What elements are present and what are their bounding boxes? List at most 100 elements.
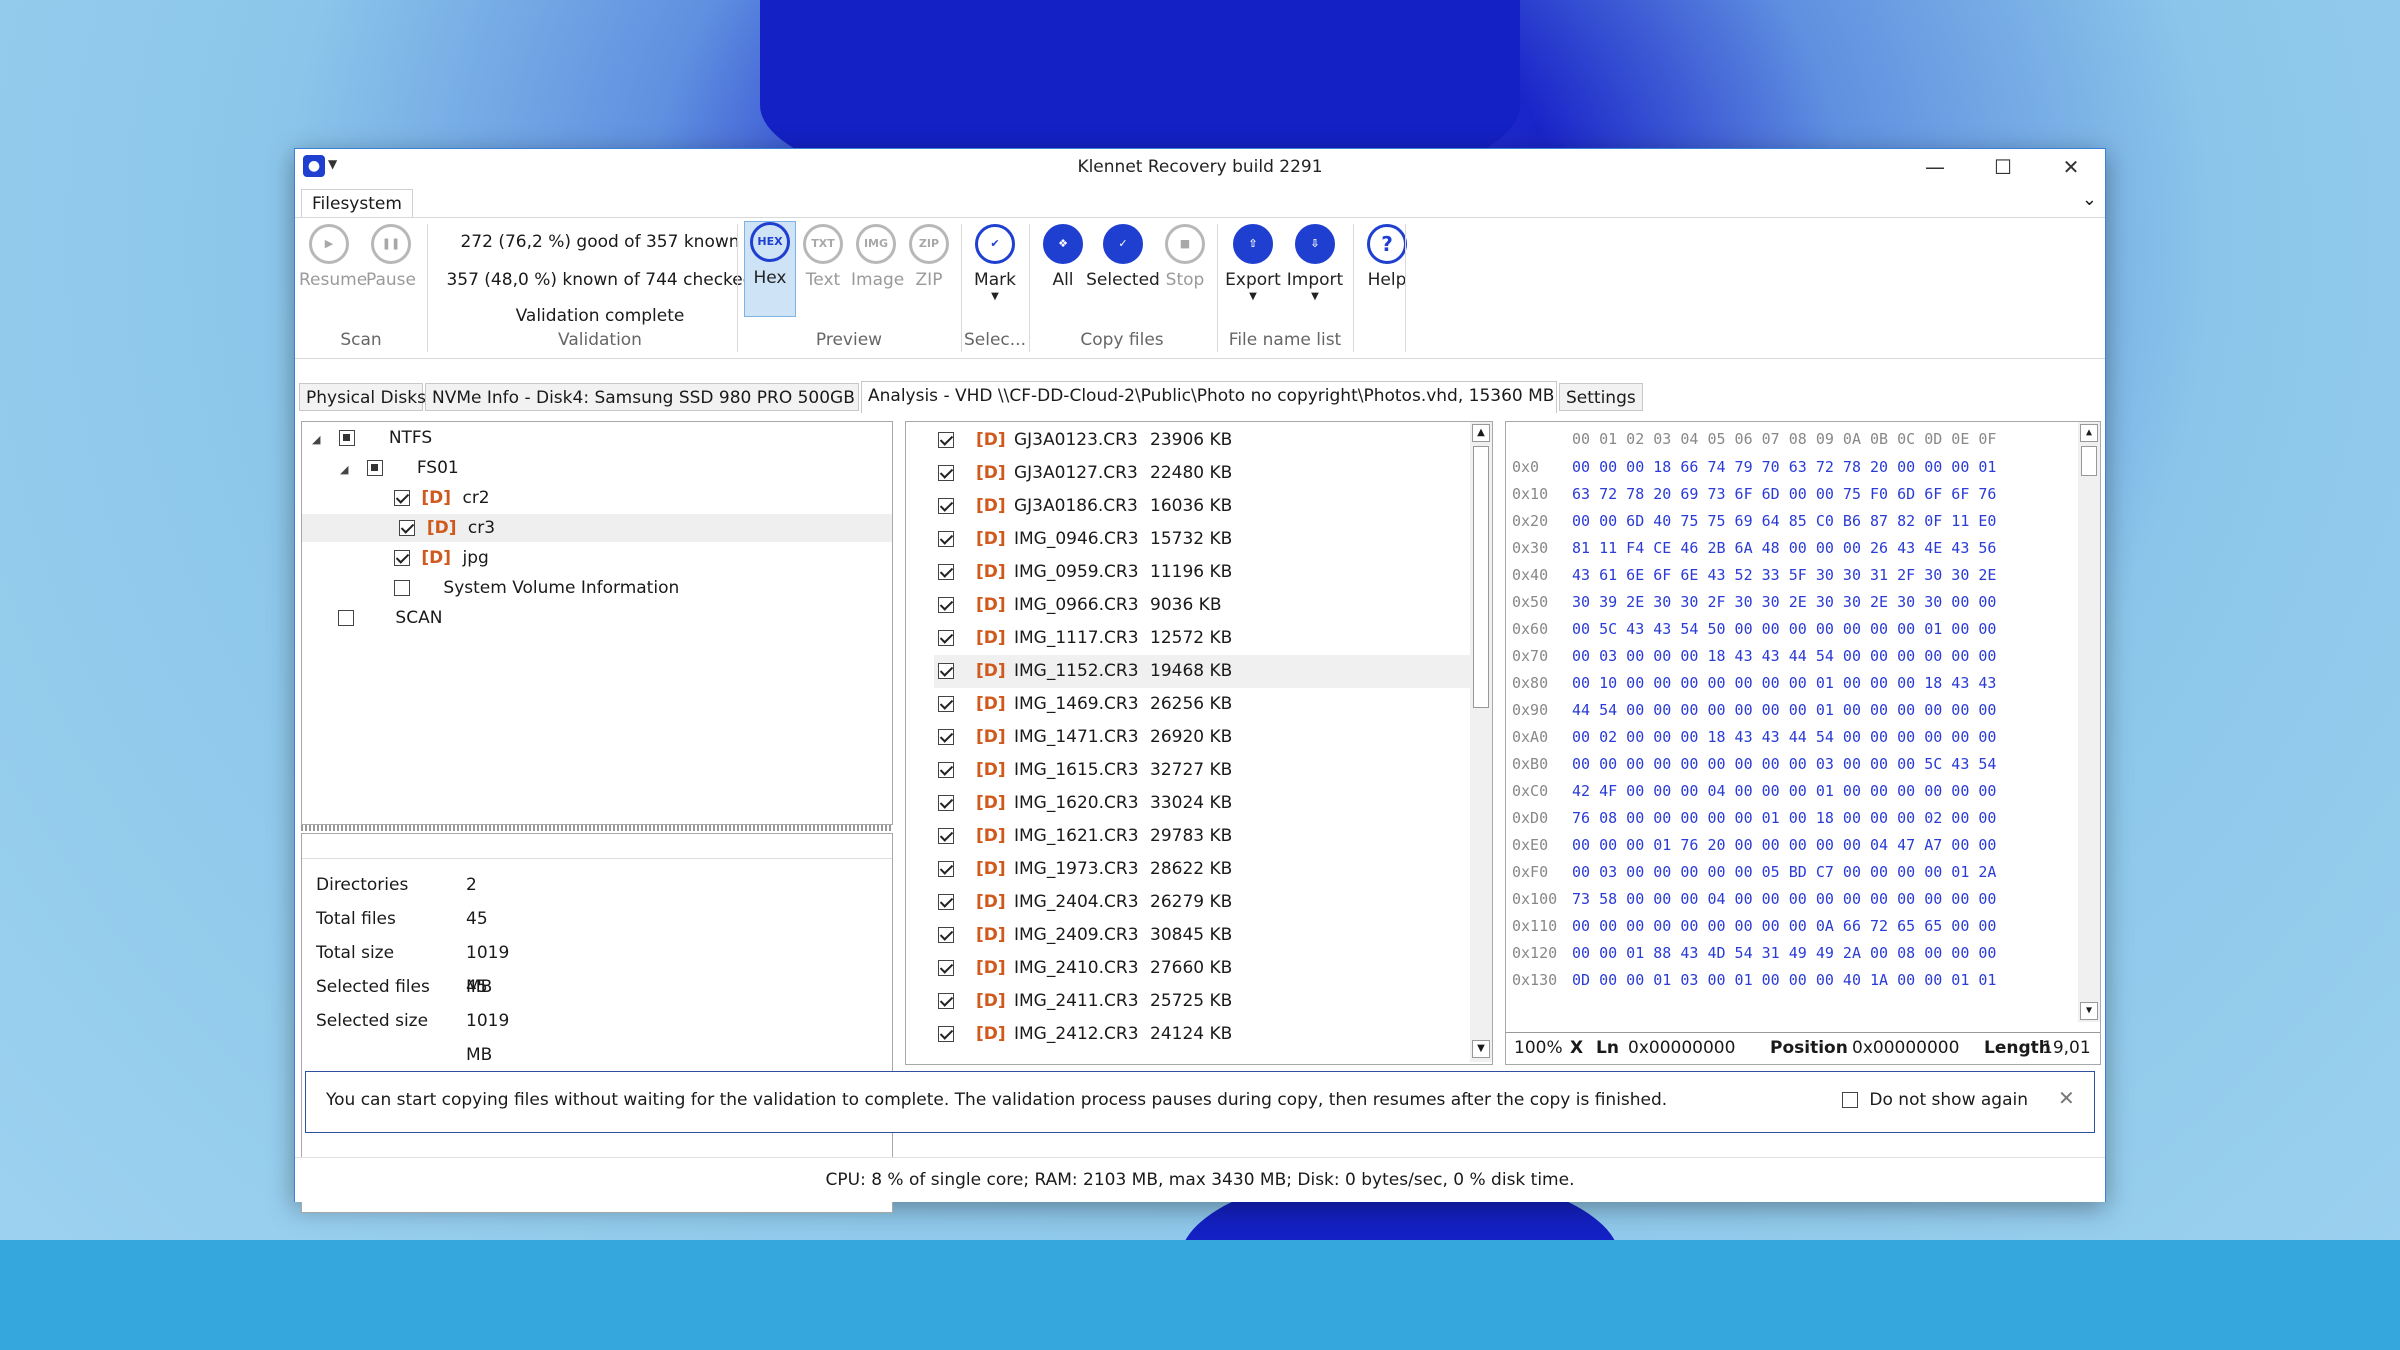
hex-row[interactable]: 0x10 63 72 78 20 69 73 6F 6D 00 00 75 F0 … [1512,481,1996,508]
file-row[interactable]: [D] IMG_0946.CR3 15732 KB [934,523,1474,556]
image-preview-button[interactable]: IMG Image [851,224,904,290]
hex-row[interactable]: 0xC0 42 4F 00 00 00 04 00 00 00 01 00 00 … [1512,778,1996,805]
file-row[interactable]: [D] IMG_1117.CR3 12572 KB [934,622,1474,655]
hex-row[interactable]: 0x0 00 00 00 18 66 74 79 70 63 72 78 20 0… [1512,454,1996,481]
checkbox[interactable] [938,498,954,514]
text-preview-button[interactable]: TXT Text [798,224,848,290]
scroll-up-icon[interactable]: ▲ [2080,424,2098,442]
checkbox[interactable] [938,993,954,1009]
checkbox[interactable] [938,630,954,646]
ribbon-collapse-icon[interactable]: ⌄ [2082,189,2097,210]
checkbox[interactable] [394,490,410,506]
hex-row[interactable]: 0xA0 00 02 00 00 00 18 43 43 44 54 00 00 … [1512,724,1996,751]
scroll-down-icon[interactable]: ▼ [2080,1002,2098,1020]
import-button[interactable]: ⇩ Import ▼ [1283,224,1347,302]
file-list-scrollbar[interactable]: ▲ ▼ [1470,422,1492,1062]
checkbox[interactable] [938,828,954,844]
file-row[interactable]: [D] IMG_2409.CR3 30845 KB [934,919,1474,952]
file-row[interactable]: [D] IMG_0959.CR3 11196 KB [934,556,1474,589]
checkbox[interactable] [938,663,954,679]
tree-node-ntfs[interactable]: ◢ NTFS [312,424,432,452]
hex-row[interactable]: 0xE0 00 00 00 01 76 20 00 00 00 00 00 04 … [1512,832,1996,859]
checkbox[interactable] [938,927,954,943]
checkbox[interactable] [938,1026,954,1042]
checkbox[interactable] [938,894,954,910]
file-row[interactable]: [D] GJ3A0127.CR3 22480 KB [934,457,1474,490]
scroll-down-icon[interactable]: ▼ [1472,1040,1490,1058]
help-button[interactable]: ? Help [1357,224,1417,290]
hex-row[interactable]: 0x110 00 00 00 00 00 00 00 00 00 0A 66 72… [1512,913,1996,940]
checkbox[interactable] [938,960,954,976]
hex-row[interactable]: 0x70 00 03 00 00 00 18 43 43 44 54 00 00 … [1512,643,1996,670]
hex-row[interactable]: 0x100 73 58 00 00 00 04 00 00 00 00 00 00… [1512,886,1996,913]
file-row[interactable]: [D] IMG_2410.CR3 27660 KB [934,952,1474,985]
copy-all-button[interactable]: ❖ All [1033,224,1093,290]
file-row[interactable]: [D] IMG_1471.CR3 26920 KB [934,721,1474,754]
hex-row[interactable]: 0x120 00 00 01 88 43 4D 54 31 49 49 2A 00… [1512,940,1996,967]
checkbox[interactable] [938,729,954,745]
tab-filesystem[interactable]: Filesystem [301,189,413,218]
hex-row[interactable]: 0x130 0D 00 00 01 03 00 01 00 00 00 40 1A… [1512,967,1996,994]
tree-node-cr2[interactable]: [D] cr2 [394,484,490,512]
file-row[interactable]: [D] IMG_1973.CR3 28622 KB [934,853,1474,886]
hex-row[interactable]: 0x20 00 00 6D 40 75 75 69 64 85 C0 B6 87 … [1512,508,1996,535]
maximize-button[interactable]: ☐ [1969,149,2037,185]
file-row[interactable]: [D] IMG_2404.CR3 26279 KB [934,886,1474,919]
resume-button[interactable]: ▶ Resume [299,224,367,290]
checkbox[interactable] [938,531,954,547]
minimize-button[interactable]: — [1901,149,1969,185]
tab-settings[interactable]: Settings [1559,383,1643,411]
file-row[interactable]: [D] IMG_1469.CR3 26256 KB [934,688,1474,721]
tab-analysis[interactable]: Analysis - VHD \\CF-DD-Cloud-2\Public\Ph… [861,381,1577,413]
checkbox[interactable] [938,795,954,811]
tree-node-jpg[interactable]: [D] jpg [394,544,489,572]
hex-preview-button[interactable]: HEX Hex [744,221,796,317]
collapse-icon[interactable]: ◢ [312,426,326,454]
file-row[interactable]: [D] IMG_1615.CR3 32727 KB [934,754,1474,787]
file-row[interactable]: [D] IMG_2412.CR3 24124 KB [934,1018,1474,1051]
checkbox[interactable] [938,432,954,448]
checkbox[interactable] [399,520,416,536]
tree-node-fs01[interactable]: ◢ FS01 [340,454,459,482]
stop-copy-button[interactable]: ■ Stop [1157,224,1213,290]
checkbox[interactable] [938,696,954,712]
checkbox[interactable] [1842,1092,1858,1108]
scroll-thumb[interactable] [1473,446,1489,708]
hex-row[interactable]: 0x90 44 54 00 00 00 00 00 00 00 01 00 00 … [1512,697,1996,724]
tree-node-cr3[interactable]: [D] cr3 [302,514,892,542]
file-row[interactable]: [D] IMG_2411.CR3 25725 KB [934,985,1474,1018]
mark-button[interactable]: ✔ Mark ▼ [965,224,1025,302]
hex-row[interactable]: 0xD0 76 08 00 00 00 00 00 01 00 18 00 00 … [1512,805,1996,832]
hex-row[interactable]: 0xF0 00 03 00 00 00 00 00 05 BD C7 00 00 … [1512,859,1996,886]
scroll-up-icon[interactable]: ▲ [1472,424,1490,442]
checkbox[interactable] [938,861,954,877]
zoom-level[interactable]: 100% [1514,1033,1563,1063]
file-row[interactable]: [D] GJ3A0186.CR3 16036 KB [934,490,1474,523]
hex-row[interactable]: 0x40 43 61 6E 6F 6E 43 52 33 5F 30 30 31 … [1512,562,1996,589]
splitter[interactable] [301,825,891,831]
hex-row[interactable]: 0x50 30 39 2E 30 30 2F 30 30 2E 30 30 2E … [1512,589,1996,616]
close-window-button[interactable]: ✕ [2037,149,2105,185]
export-button[interactable]: ⇧ Export ▼ [1221,224,1285,302]
hex-close-button[interactable]: X [1570,1033,1583,1063]
file-row[interactable]: [D] GJ3A0123.CR3 23906 KB [934,424,1474,457]
tree-node-system-volume-information[interactable]: System Volume Information [394,574,679,602]
checkbox[interactable] [394,550,410,566]
file-row[interactable]: [D] IMG_1620.CR3 33024 KB [934,787,1474,820]
checkbox[interactable] [367,460,384,476]
file-row[interactable]: [D] IMG_1152.CR3 19468 KB [934,655,1474,688]
pause-button[interactable]: ❚❚ Pause [361,224,421,290]
do-not-show-again[interactable]: Do not show again [1842,1090,2028,1110]
hex-row[interactable]: 0x60 00 5C 43 43 54 50 00 00 00 00 00 00 … [1512,616,1996,643]
checkbox[interactable] [394,580,410,596]
checkbox[interactable] [938,465,954,481]
checkbox[interactable] [938,564,954,580]
checkbox[interactable] [338,610,354,626]
checkbox[interactable] [938,762,954,778]
file-row[interactable]: [D] IMG_0966.CR3 9036 KB [934,589,1474,622]
collapse-icon[interactable]: ◢ [340,456,354,484]
scroll-thumb[interactable] [2081,446,2097,476]
tab-nvme-info[interactable]: NVMe Info - Disk4: Samsung SSD 980 PRO 5… [425,383,877,411]
hex-row[interactable]: 0x80 00 10 00 00 00 00 00 00 00 01 00 00 … [1512,670,1996,697]
file-row[interactable]: [D] IMG_1621.CR3 29783 KB [934,820,1474,853]
